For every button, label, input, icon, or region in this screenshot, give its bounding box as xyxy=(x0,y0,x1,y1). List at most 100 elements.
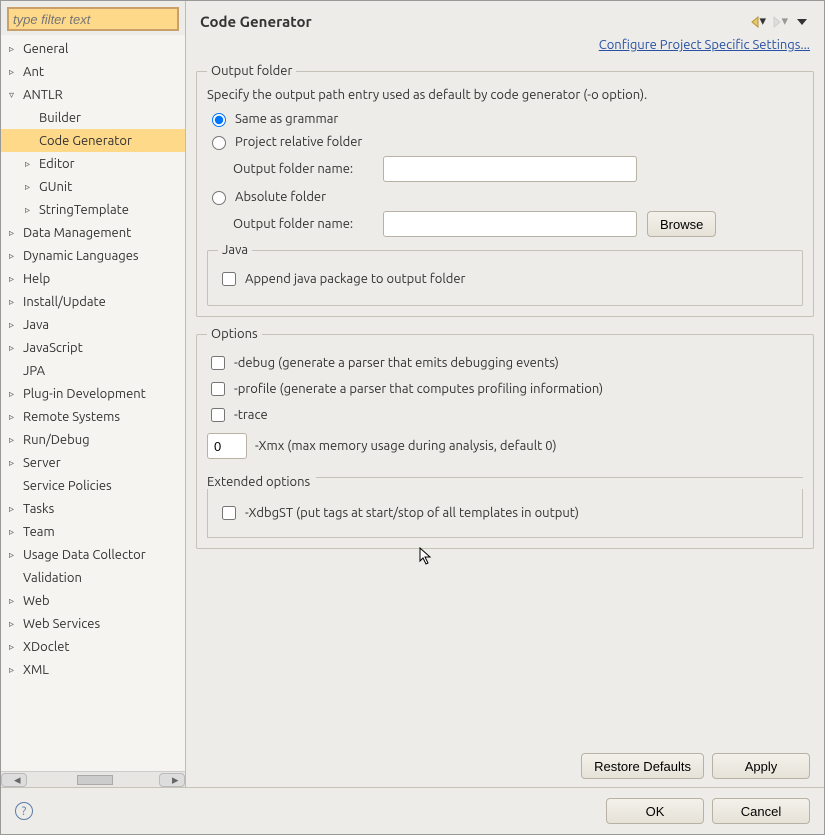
tree-item-label: Editor xyxy=(39,157,75,171)
debug-checkbox[interactable] xyxy=(211,356,225,370)
tree-item-label: Help xyxy=(23,272,50,286)
chevron-right-icon[interactable]: ▹ xyxy=(9,66,21,78)
tree-item-label: Web Services xyxy=(23,617,100,631)
tree-item-label: Service Policies xyxy=(23,479,112,493)
chevron-down-icon[interactable]: ▿ xyxy=(9,89,21,101)
menu-icon[interactable] xyxy=(794,14,810,30)
chevron-right-icon[interactable]: ▹ xyxy=(9,595,21,607)
chevron-right-icon[interactable]: ▹ xyxy=(9,434,21,446)
tree-item-label: Install/Update xyxy=(23,295,106,309)
horizontal-scrollbar[interactable]: ◂ ▸ xyxy=(1,771,185,787)
chevron-right-icon[interactable]: ▹ xyxy=(9,273,21,285)
tree-item[interactable]: ▹Code Generator xyxy=(1,129,185,152)
tree-item[interactable]: ▹Plug-in Development xyxy=(1,382,185,405)
tree-item-label: StringTemplate xyxy=(39,203,129,217)
help-icon[interactable]: ? xyxy=(15,802,33,820)
tree-item-label: Tasks xyxy=(23,502,54,516)
tree-item[interactable]: ▹Dynamic Languages xyxy=(1,244,185,267)
trace-label: -trace xyxy=(234,408,268,422)
absolute-folder-input[interactable] xyxy=(383,211,637,237)
chevron-right-icon[interactable]: ▹ xyxy=(9,457,21,469)
tree-item[interactable]: ▹GUnit xyxy=(1,175,185,198)
tree-item[interactable]: ▹JPA xyxy=(1,359,185,382)
xdbgst-label: -XdbgST (put tags at start/stop of all t… xyxy=(245,506,579,520)
chevron-right-icon[interactable]: ▹ xyxy=(9,296,21,308)
tree-item[interactable]: ▹XDoclet xyxy=(1,635,185,658)
tree-item[interactable]: ▹Web Services xyxy=(1,612,185,635)
preferences-sidebar: ▹General▹Ant▿ANTLR▹Builder▹Code Generato… xyxy=(1,1,186,787)
xdbgst-checkbox[interactable] xyxy=(222,506,236,520)
append-java-package-label: Append java package to output folder xyxy=(245,272,465,286)
tree-item[interactable]: ▹Service Policies xyxy=(1,474,185,497)
chevron-right-icon[interactable]: ▹ xyxy=(9,641,21,653)
profile-label: -profile (generate a parser that compute… xyxy=(234,382,603,396)
tree-item[interactable]: ▹Validation xyxy=(1,566,185,589)
tree-item[interactable]: ▹Java xyxy=(1,313,185,336)
configure-project-link[interactable]: Configure Project Specific Settings... xyxy=(599,38,810,52)
profile-checkbox[interactable] xyxy=(211,382,225,396)
tree-item-label: Run/Debug xyxy=(23,433,90,447)
tree-item[interactable]: ▹Data Management xyxy=(1,221,185,244)
tree-item-label: Java xyxy=(23,318,49,332)
tree-item[interactable]: ▹Usage Data Collector xyxy=(1,543,185,566)
tree-item[interactable]: ▹Tasks xyxy=(1,497,185,520)
tree-item-label: Team xyxy=(23,525,55,539)
relative-folder-input[interactable] xyxy=(383,156,637,182)
tree-item[interactable]: ▹Install/Update xyxy=(1,290,185,313)
tree-item[interactable]: ▹Web xyxy=(1,589,185,612)
preferences-tree[interactable]: ▹General▹Ant▿ANTLR▹Builder▹Code Generato… xyxy=(1,35,185,771)
radio-same-as-grammar-label: Same as grammar xyxy=(235,112,338,126)
tree-item-label: Builder xyxy=(39,111,81,125)
append-java-package-checkbox[interactable] xyxy=(222,272,236,286)
chevron-right-icon[interactable]: ▹ xyxy=(9,227,21,239)
forward-icon[interactable]: ▾ xyxy=(772,14,788,30)
scroll-right-button[interactable]: ▸ xyxy=(159,773,185,787)
chevron-right-icon[interactable]: ▹ xyxy=(9,618,21,630)
chevron-right-icon[interactable]: ▹ xyxy=(9,526,21,538)
tree-item-label: Validation xyxy=(23,571,82,585)
xmx-input[interactable] xyxy=(207,433,247,459)
tree-item[interactable]: ▹Run/Debug xyxy=(1,428,185,451)
cancel-button[interactable]: Cancel xyxy=(712,798,810,824)
chevron-right-icon[interactable]: ▹ xyxy=(9,664,21,676)
chevron-right-icon[interactable]: ▹ xyxy=(9,250,21,262)
page-title: Code Generator xyxy=(200,13,312,30)
chevron-right-icon[interactable]: ▹ xyxy=(9,503,21,515)
radio-project-relative[interactable] xyxy=(212,136,226,150)
chevron-right-icon[interactable]: ▹ xyxy=(25,181,37,193)
tree-item[interactable]: ▹General xyxy=(1,37,185,60)
chevron-right-icon[interactable]: ▹ xyxy=(9,342,21,354)
chevron-right-icon[interactable]: ▹ xyxy=(9,43,21,55)
chevron-right-icon[interactable]: ▹ xyxy=(25,204,37,216)
chevron-right-icon[interactable]: ▹ xyxy=(25,158,37,170)
tree-item[interactable]: ▿ANTLR xyxy=(1,83,185,106)
tree-item[interactable]: ▹Team xyxy=(1,520,185,543)
chevron-right-icon[interactable]: ▹ xyxy=(9,411,21,423)
chevron-right-icon[interactable]: ▹ xyxy=(9,319,21,331)
trace-checkbox[interactable] xyxy=(211,408,225,422)
xmx-label: -Xmx (max memory usage during analysis, … xyxy=(255,439,557,453)
browse-button[interactable]: Browse xyxy=(647,211,716,237)
tree-item[interactable]: ▹JavaScript xyxy=(1,336,185,359)
scroll-left-button[interactable]: ◂ xyxy=(1,773,27,787)
tree-item-label: Ant xyxy=(23,65,44,79)
chevron-right-icon[interactable]: ▹ xyxy=(9,388,21,400)
radio-absolute[interactable] xyxy=(212,191,226,205)
tree-item[interactable]: ▹Help xyxy=(1,267,185,290)
restore-defaults-button[interactable]: Restore Defaults xyxy=(581,753,704,779)
chevron-right-icon[interactable]: ▹ xyxy=(9,549,21,561)
ok-button[interactable]: OK xyxy=(606,798,704,824)
tree-item-label: Server xyxy=(23,456,61,470)
scroll-thumb[interactable] xyxy=(77,775,113,785)
tree-item[interactable]: ▹Remote Systems xyxy=(1,405,185,428)
back-icon[interactable]: ▾ xyxy=(750,14,766,30)
tree-item[interactable]: ▹Server xyxy=(1,451,185,474)
tree-item[interactable]: ▹XML xyxy=(1,658,185,681)
tree-item[interactable]: ▹StringTemplate xyxy=(1,198,185,221)
tree-item[interactable]: ▹Builder xyxy=(1,106,185,129)
radio-same-as-grammar[interactable] xyxy=(212,113,226,127)
tree-item[interactable]: ▹Editor xyxy=(1,152,185,175)
filter-input[interactable] xyxy=(7,7,179,31)
tree-item[interactable]: ▹Ant xyxy=(1,60,185,83)
apply-button[interactable]: Apply xyxy=(712,753,810,779)
